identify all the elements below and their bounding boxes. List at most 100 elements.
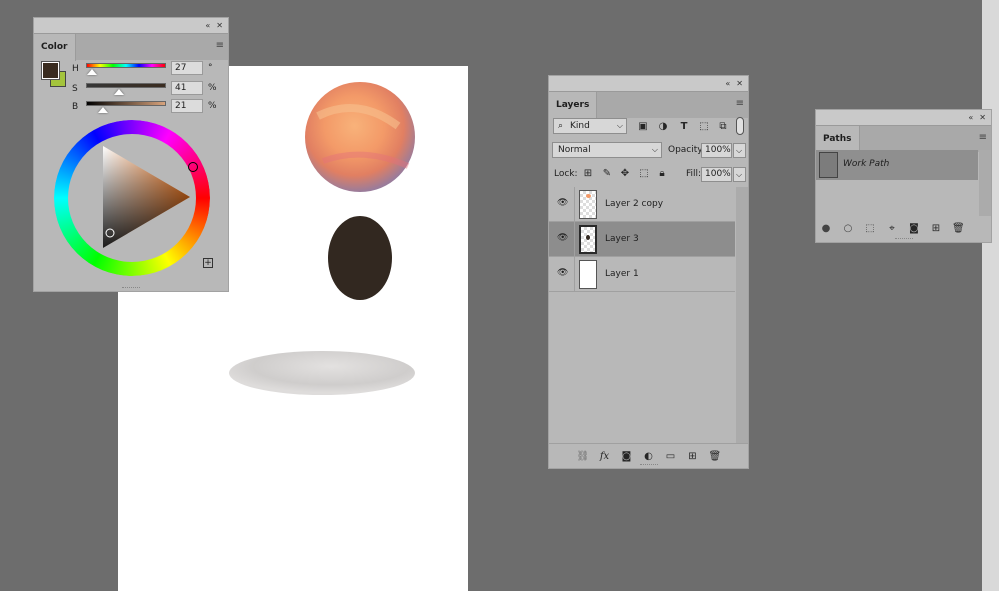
foreground-color-swatch[interactable] <box>41 61 60 80</box>
brightness-unit: % <box>208 101 217 111</box>
path-name[interactable]: Work Path <box>843 159 889 169</box>
opacity-dropdown-button[interactable]: ⌵ <box>733 143 746 158</box>
blend-mode-dropdown[interactable]: Normal ⌵ <box>552 142 662 158</box>
adjustment-filter-icon[interactable]: ◑ <box>657 121 669 133</box>
saturation-slider-row: S 41 % <box>72 81 222 97</box>
close-icon[interactable]: ✕ <box>979 113 986 122</box>
painted-sphere <box>305 82 415 192</box>
panel-menu-icon[interactable]: ≡ <box>216 41 224 51</box>
brightness-track[interactable] <box>86 101 166 106</box>
filter-toggle-switch[interactable] <box>736 117 744 135</box>
pixel-filter-icon[interactable]: ▣ <box>637 121 649 133</box>
divider <box>574 257 575 292</box>
eye-icon[interactable]: 👁︎ <box>557 198 568 208</box>
new-layer-icon[interactable]: ⊞ <box>687 451 699 462</box>
fill-path-icon[interactable]: ● <box>820 223 832 234</box>
selection-icon[interactable]: ⬚ <box>864 223 876 234</box>
resize-grip[interactable] <box>122 287 140 289</box>
tab-color[interactable]: Color <box>34 34 76 61</box>
opacity-label: Opacity: <box>668 145 705 155</box>
eye-icon[interactable]: 👁︎ <box>557 233 568 243</box>
hue-track[interactable] <box>86 63 166 68</box>
close-icon[interactable]: ✕ <box>736 79 743 88</box>
divider <box>574 187 575 222</box>
saturation-thumb[interactable] <box>114 89 124 95</box>
lock-position-icon[interactable]: ✥ <box>619 168 631 180</box>
saturation-track[interactable] <box>86 83 166 88</box>
opacity-input[interactable]: 100% <box>701 143 732 158</box>
hue-slider-row: H 27 ° <box>72 61 222 77</box>
resize-grip[interactable] <box>639 464 658 466</box>
brightness-input[interactable]: 21 <box>171 99 203 113</box>
filter-kind-dropdown[interactable]: ⌕ Kind ⌵ <box>553 118 627 134</box>
divider <box>574 222 575 257</box>
path-thumbnail <box>819 152 838 178</box>
layer-thumbnail <box>579 190 597 219</box>
hue-label: H <box>72 64 79 74</box>
panel-topbar: « ✕ <box>34 18 228 33</box>
dark-ellipse <box>328 216 392 300</box>
panel-tabrow: Paths ≡ <box>816 125 991 153</box>
fx-icon[interactable]: fx <box>599 451 611 462</box>
brightness-thumb[interactable] <box>98 107 108 113</box>
panel-menu-icon[interactable]: ≡ <box>736 99 744 109</box>
fill-input[interactable]: 100% <box>701 167 732 182</box>
hue-unit: ° <box>208 63 213 73</box>
collapse-icon[interactable]: « <box>968 113 973 122</box>
close-icon[interactable]: ✕ <box>216 21 223 30</box>
hue-thumb[interactable] <box>87 69 97 75</box>
trash-icon[interactable]: 🗑︎ <box>709 451 722 462</box>
trash-icon[interactable]: 🗑︎ <box>952 223 965 234</box>
lock-artboard-icon[interactable]: ⬚ <box>638 168 650 180</box>
mask-icon[interactable]: ◙ <box>621 451 633 462</box>
chevron-down-icon: ⌵ <box>651 145 658 154</box>
layer-thumbnail <box>579 225 597 254</box>
folder-icon[interactable]: ▭ <box>665 451 677 462</box>
tab-paths[interactable]: Paths <box>816 126 860 153</box>
layer-thumbnail <box>579 260 597 289</box>
layer-name[interactable]: Layer 3 <box>605 234 639 244</box>
color-wheel[interactable] <box>54 120 210 279</box>
paths-scrollbar[interactable] <box>979 150 991 216</box>
lock-image-pixels-icon[interactable]: ✎ <box>601 168 613 180</box>
layer-name[interactable]: Layer 2 copy <box>605 199 663 209</box>
new-path-icon[interactable]: ⊞ <box>930 223 942 234</box>
layer-name[interactable]: Layer 1 <box>605 269 639 279</box>
type-filter-icon[interactable]: T <box>678 121 690 133</box>
fill-label: Fill: <box>686 169 702 179</box>
panel-topbar: « ✕ <box>816 110 991 125</box>
panel-topbar: « ✕ <box>549 76 748 91</box>
collapse-icon[interactable]: « <box>725 79 730 88</box>
collapse-icon[interactable]: « <box>205 21 210 30</box>
paths-panel: « ✕ Paths ≡ Work Path ● ○ ⬚ ⌖ ◙ ⊞ 🗑︎ <box>815 109 992 243</box>
eye-icon[interactable]: 👁︎ <box>557 268 568 278</box>
blend-row: Normal ⌵ Opacity: 100% ⌵ <box>551 141 746 161</box>
lock-transparent-pixels-icon[interactable]: ⊞ <box>582 168 594 180</box>
layer-row[interactable]: 👁︎ Layer 3 <box>549 222 735 257</box>
saturation-input[interactable]: 41 <box>171 81 203 95</box>
fill-dropdown-button[interactable]: ⌵ <box>733 167 746 182</box>
shape-filter-icon[interactable]: ⬚ <box>698 121 710 133</box>
resize-grip[interactable] <box>894 238 913 240</box>
lock-label: Lock: <box>554 169 578 179</box>
adjustment-icon[interactable]: ◐ <box>643 451 655 462</box>
layer-list-scrollbar[interactable] <box>736 187 748 443</box>
make-path-icon[interactable]: ⌖ <box>886 223 898 234</box>
chevron-down-icon: ⌵ <box>616 121 623 130</box>
lock-row: Lock: ⊞ ✎ ✥ ⬚ 🔒︎ Fill: 100% ⌵ <box>551 165 746 185</box>
add-swatch-icon[interactable]: + <box>203 258 213 268</box>
smart-object-filter-icon[interactable]: ⧉ <box>717 121 729 133</box>
hue-input[interactable]: 27 <box>171 61 203 75</box>
tab-layers[interactable]: Layers <box>549 92 598 119</box>
panel-menu-icon[interactable]: ≡ <box>979 133 987 143</box>
lock-all-icon[interactable]: 🔒︎ <box>656 168 668 180</box>
mask-icon[interactable]: ◙ <box>908 223 920 234</box>
filter-kind-label: Kind <box>570 121 590 131</box>
layers-panel: « ✕ Layers ≡ ⌕ Kind ⌵ ▣ ◑ T ⬚ ⧉ Normal ⌵… <box>548 75 749 469</box>
path-row[interactable]: Work Path <box>816 150 978 180</box>
layer-row[interactable]: 👁︎ Layer 1 <box>549 257 735 292</box>
layer-row[interactable]: 👁︎ Layer 2 copy <box>549 187 735 222</box>
stroke-path-icon[interactable]: ○ <box>842 223 854 234</box>
workspace-edge <box>982 0 999 591</box>
link-icon[interactable]: ⛓︎ <box>577 451 590 462</box>
